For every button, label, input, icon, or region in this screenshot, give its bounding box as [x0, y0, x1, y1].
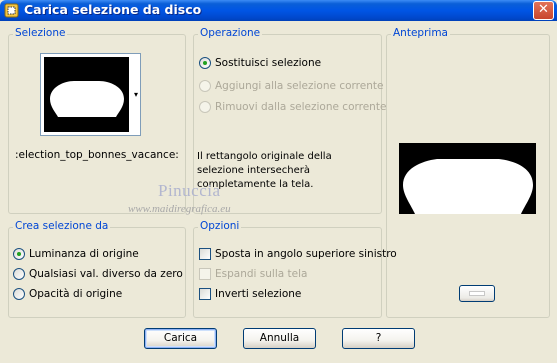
- dialog-window: Carica selezione da disco ✕ Selezione ▾ …: [0, 0, 557, 363]
- radio-label: Luminanza di origine: [29, 248, 139, 260]
- radio-button[interactable]: [13, 268, 25, 280]
- watermark-name: Pinuccia: [158, 181, 221, 200]
- radio-label: Opacità di origine: [29, 288, 123, 300]
- operation-info-text: Il rettangolo originale della selezione …: [197, 151, 332, 190]
- radio-add-selection[interactable]: Aggiungi alla selezione corrente: [199, 80, 383, 92]
- app-icon: [4, 3, 19, 18]
- radio-remove-selection[interactable]: Rimuovi dalla selezione corrente: [199, 101, 386, 113]
- create-from-group-legend: Crea selezione da: [13, 220, 111, 232]
- radio-any-nonzero[interactable]: Qualsiasi val. diverso da zero: [13, 268, 183, 280]
- checkbox[interactable]: [199, 268, 211, 280]
- radio-label: Qualsiasi val. diverso da zero: [29, 268, 183, 280]
- selection-group-legend: Selezione: [13, 27, 68, 39]
- watermark-url: www.maidiregrafica.eu: [128, 203, 231, 215]
- radio-button[interactable]: [199, 101, 211, 113]
- preview-image: [399, 143, 536, 214]
- load-button[interactable]: Carica: [144, 328, 217, 349]
- checkbox-move-top-left[interactable]: Sposta in angolo superiore sinistro: [199, 248, 397, 260]
- zoom-button[interactable]: [459, 285, 495, 302]
- selection-thumbnail: [44, 57, 129, 132]
- radio-replace-selection[interactable]: Sostituisci selezione: [199, 57, 321, 69]
- checkbox-invert-selection[interactable]: Inverti selezione: [199, 288, 301, 300]
- selection-thumbnail-picker[interactable]: ▾: [40, 53, 141, 136]
- selection-name: :election_top_bonnes_vacance:: [15, 149, 179, 161]
- checkbox-expand-canvas[interactable]: Espandi sulla tela: [199, 268, 307, 280]
- checkbox[interactable]: [199, 288, 211, 300]
- title-bar[interactable]: Carica selezione da disco ✕: [0, 0, 557, 21]
- window-title: Carica selezione da disco: [24, 2, 202, 17]
- help-button[interactable]: ?: [342, 328, 415, 349]
- chevron-down-icon[interactable]: ▾: [134, 90, 138, 99]
- close-button[interactable]: ✕: [533, 1, 554, 20]
- radio-label: Aggiungi alla selezione corrente: [215, 80, 384, 92]
- checkbox-label: Espandi sulla tela: [215, 268, 308, 280]
- radio-button[interactable]: [199, 80, 211, 92]
- cancel-button[interactable]: Annulla: [243, 328, 316, 349]
- radio-source-luminance[interactable]: Luminanza di origine: [13, 248, 139, 260]
- radio-label: Sostituisci selezione: [215, 57, 322, 69]
- close-icon: ✕: [538, 2, 549, 17]
- radio-button[interactable]: [13, 248, 25, 260]
- checkbox[interactable]: [199, 248, 211, 260]
- preview-group-legend: Anteprima: [391, 27, 450, 39]
- radio-button[interactable]: [13, 288, 25, 300]
- checkbox-label: Sposta in angolo superiore sinistro: [215, 248, 397, 260]
- radio-source-opacity[interactable]: Opacità di origine: [13, 288, 122, 300]
- options-group-legend: Opzioni: [198, 220, 242, 232]
- operation-group-legend: Operazione: [198, 27, 263, 39]
- checkbox-label: Inverti selezione: [215, 288, 302, 300]
- radio-button[interactable]: [199, 57, 211, 69]
- zoom-icon: [469, 291, 485, 296]
- radio-label: Rimuovi dalla selezione corrente: [215, 101, 387, 113]
